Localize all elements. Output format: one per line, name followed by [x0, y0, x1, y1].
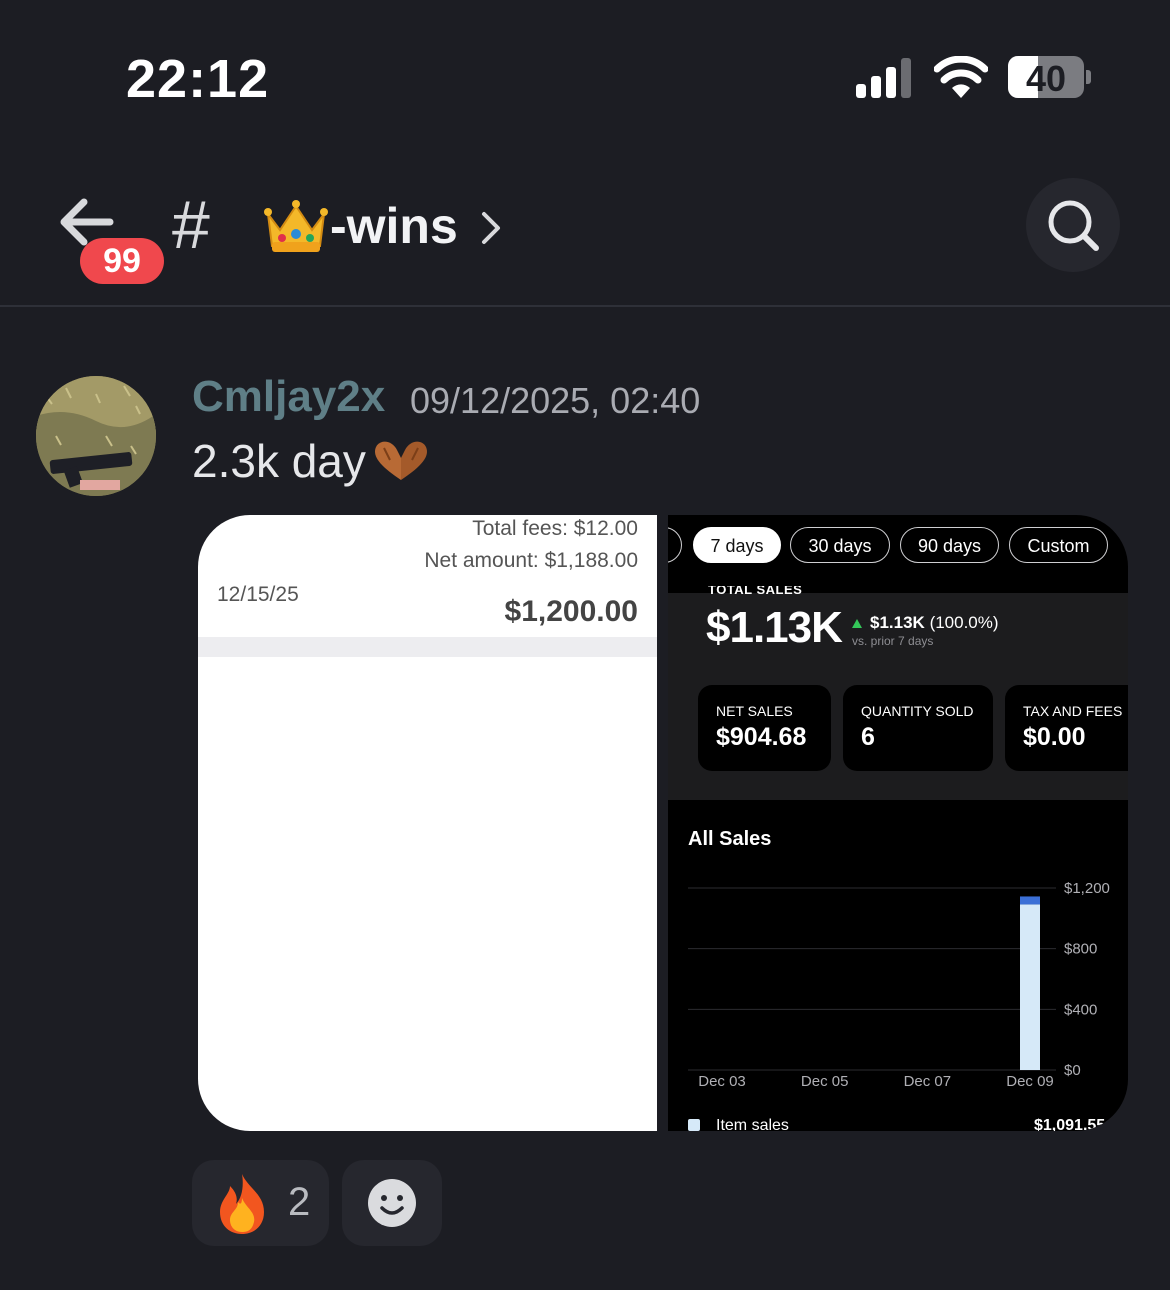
battery-icon: 40: [1008, 56, 1084, 98]
channel-hash-icon: #: [172, 187, 210, 263]
battery-level: 40: [1025, 58, 1067, 98]
card-label: TAX AND FEES: [1023, 703, 1123, 719]
chart-title: All Sales: [688, 828, 772, 850]
crown-emoji-icon: [264, 200, 328, 252]
battery-tip: [1086, 70, 1091, 84]
tab-30-days[interactable]: 30 days: [790, 527, 890, 563]
x-tick-label: Dec 03: [698, 1073, 746, 1090]
chart-bar: [1020, 904, 1040, 1070]
sales-chart: $1,200 $800 $400 $0 Dec 03 Dec 05 Dec 07 Dec 09: [688, 880, 1110, 1090]
header-divider: [0, 305, 1170, 307]
signal-icon: [856, 58, 911, 98]
channel-name[interactable]: -wins: [330, 196, 458, 256]
reaction-count: 2: [288, 1180, 311, 1224]
receipt-amount: $1,200.00: [504, 595, 638, 628]
status-time: 22:12: [126, 49, 270, 109]
x-tick-label: Dec 07: [904, 1073, 952, 1090]
message-username[interactable]: Cmljay2x: [192, 372, 385, 422]
card-label: NET SALES: [716, 703, 793, 719]
sales-change: $1.13K (100.0%): [870, 613, 999, 633]
total-sales-header: TOTAL SALES: [708, 586, 803, 596]
card-value: 6: [861, 723, 875, 751]
y-tick-label: $400: [1064, 1001, 1097, 1018]
y-tick-label: $800: [1064, 941, 1097, 958]
tax-fees-card: TAX AND FEES $0.00: [1005, 685, 1128, 771]
net-sales-card: NET SALES $904.68: [698, 685, 831, 771]
legend-swatch: [688, 1119, 700, 1131]
receipt-net-amount: Net amount: $1,188.00: [424, 549, 638, 572]
heart-hands-emoji-icon: [375, 441, 427, 480]
sales-change-amount: $1.13K: [870, 613, 925, 632]
card-value: $0.00: [1023, 723, 1086, 751]
total-sales-value: $1.13K: [706, 603, 843, 652]
sales-change-percent: (100.0%): [929, 613, 999, 632]
up-triangle-icon: [852, 619, 862, 628]
receipt-image[interactable]: Total fees: $12.00 Net amount: $1,188.00…: [198, 515, 657, 1131]
legend-label: Item sales: [716, 1117, 789, 1131]
add-reaction-button[interactable]: [342, 1160, 442, 1246]
message-text: 2.3k day: [192, 435, 366, 487]
unread-badge: 99: [80, 238, 164, 284]
tab-7-days[interactable]: 7 days: [693, 527, 781, 563]
y-tick-label: $0: [1064, 1062, 1081, 1079]
card-value: $904.68: [716, 723, 807, 751]
message-timestamp: 09/12/2025, 02:40: [410, 380, 701, 421]
receipt-total-fees: Total fees: $12.00: [472, 517, 638, 540]
receipt-divider: [198, 637, 657, 657]
reaction-fire[interactable]: 2: [192, 1160, 329, 1246]
search-icon: [1048, 200, 1099, 251]
x-tick-label: Dec 05: [801, 1073, 849, 1090]
x-tick-label: Dec 09: [1006, 1073, 1054, 1090]
tab-90-days[interactable]: 90 days: [900, 527, 999, 563]
card-label: QUANTITY SOLD: [861, 703, 974, 719]
avatar[interactable]: [36, 376, 156, 496]
dashboard-image[interactable]: 7 days 30 days 90 days Custom TOTAL SALE…: [668, 515, 1128, 1131]
sales-change-note: vs. prior 7 days: [852, 634, 934, 648]
receipt-date: 12/15/25: [217, 583, 299, 606]
chart-bar-cap: [1020, 896, 1040, 905]
legend-value: $1,091.55: [1034, 1117, 1106, 1131]
chevron-right-icon[interactable]: [480, 210, 502, 246]
y-tick-label: $1,200: [1064, 880, 1110, 897]
search-button[interactable]: [1026, 178, 1120, 272]
tab-custom[interactable]: Custom: [1009, 527, 1108, 563]
wifi-icon: [934, 56, 988, 98]
quantity-sold-card: QUANTITY SOLD 6: [843, 685, 993, 771]
add-reaction-icon: [368, 1179, 416, 1227]
fire-emoji-icon: [220, 1174, 264, 1234]
